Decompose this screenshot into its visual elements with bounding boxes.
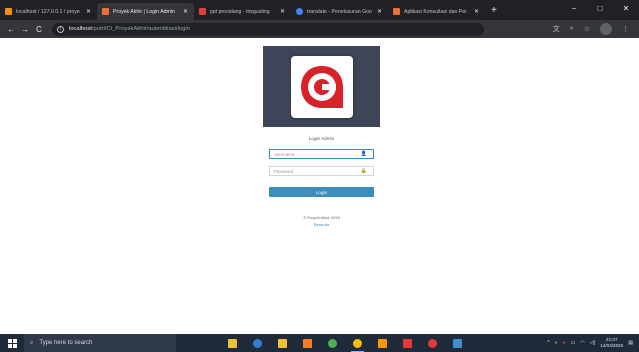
- pdf-icon[interactable]: [424, 335, 441, 352]
- file-explorer-icon[interactable]: [224, 335, 241, 352]
- menu-dots-icon[interactable]: ⋮: [622, 25, 629, 33]
- tab-translate[interactable]: translate - Penelusuran Goo ✕: [291, 3, 388, 20]
- close-icon[interactable]: ✕: [280, 8, 285, 15]
- username-field[interactable]: Username 👤: [269, 149, 374, 159]
- tab-login-admin[interactable]: Proyek Akhir | Login Admin ✕: [97, 3, 194, 20]
- close-icon[interactable]: ✕: [86, 8, 91, 15]
- slides-favicon-icon: [199, 8, 206, 15]
- password-field[interactable]: Password 🔒: [269, 166, 374, 176]
- logo-header: [263, 46, 380, 127]
- close-icon[interactable]: ✕: [474, 8, 479, 15]
- maximize-button[interactable]: □: [587, 0, 613, 20]
- tray-app-icon[interactable]: ●: [555, 340, 558, 346]
- user-icon: 👤: [360, 151, 367, 157]
- wifi-icon[interactable]: ◠: [580, 340, 584, 346]
- tray-app-icon[interactable]: ●: [563, 340, 566, 346]
- login-button[interactable]: Login: [269, 187, 374, 197]
- profile-avatar-icon[interactable]: [600, 23, 612, 35]
- notification-icon[interactable]: ▤: [628, 340, 633, 346]
- tab-title: localhost / 127.0.0.1 / proye: [16, 8, 80, 15]
- url-path: /putri/CI_ProyekAkhir/autentikasi/login: [91, 26, 190, 32]
- browser-window: localhost / 127.0.0.1 / proye ✕ Proyek A…: [0, 0, 639, 352]
- xampp-icon[interactable]: [299, 335, 316, 352]
- photos-icon[interactable]: [449, 335, 466, 352]
- chrome-icon[interactable]: [349, 335, 366, 352]
- browser-toolbar: ← → C i localhost/putri/CI_ProyekAkhir/a…: [0, 20, 639, 38]
- back-button[interactable]: ←: [4, 25, 18, 34]
- tab-title: Proyek Akhir | Login Admin: [113, 8, 175, 15]
- search-placeholder: Type here to search: [39, 340, 93, 346]
- search-icon: ⌕: [30, 339, 34, 346]
- login-card: Login Admin Username 👤 Password 🔒 Login …: [263, 46, 380, 228]
- minimize-button[interactable]: −: [561, 0, 587, 20]
- close-icon[interactable]: ✕: [183, 8, 188, 15]
- tab-aplikasi-konsultasi[interactable]: Aplikasi Konsultasi dan Per ✕: [388, 3, 485, 20]
- site-favicon-icon: [393, 8, 400, 15]
- app-grid-icon[interactable]: [399, 335, 416, 352]
- footer-copyright: © Proyek Akhir 2019: [303, 215, 340, 220]
- forward-button[interactable]: →: [18, 25, 32, 34]
- translate-icon[interactable]: 文: [553, 24, 560, 34]
- login-footer: © Proyek Akhir 2019 Beranda: [263, 214, 380, 228]
- password-placeholder: Password: [274, 168, 294, 174]
- app-icon[interactable]: [324, 335, 341, 352]
- system-tray: ^ ● ● ▭ ◠ ◁) 21:07 14/04/2020 ▤: [547, 334, 633, 352]
- windows-logo-icon: [7, 338, 17, 348]
- close-window-button[interactable]: ✕: [613, 0, 639, 20]
- tab-title: ppt prosidang - trisgusting: [210, 8, 270, 15]
- tab-phpmyadmin[interactable]: localhost / 127.0.0.1 / proye ✕: [0, 3, 97, 20]
- volume-icon[interactable]: ◁): [590, 340, 596, 346]
- bookmark-star-icon[interactable]: ☆: [584, 25, 590, 33]
- window-controls: − □ ✕: [561, 0, 639, 20]
- site-favicon-icon: [102, 8, 109, 15]
- tab-title: translate - Penelusuran Goo: [307, 8, 372, 15]
- info-icon[interactable]: i: [57, 25, 64, 33]
- address-bar[interactable]: i localhost/putri/CI_ProyekAkhir/autenti…: [52, 22, 484, 36]
- tab-title: Aplikasi Konsultasi dan Per: [404, 8, 467, 15]
- login-form: Login Admin Username 👤 Password 🔒 Login: [263, 127, 380, 207]
- lock-icon: 🔒: [360, 168, 367, 174]
- app-logo-icon: [290, 55, 353, 118]
- beranda-link[interactable]: Beranda: [263, 221, 380, 228]
- windows-taskbar: ⌕ Type here to search ^ ● ● ▭ ◠ ◁) 21:07…: [0, 334, 639, 352]
- url-host: localhost: [69, 26, 92, 32]
- google-favicon-icon: [296, 8, 303, 15]
- store-icon[interactable]: [274, 335, 291, 352]
- taskbar-search[interactable]: ⌕ Type here to search: [24, 334, 176, 352]
- battery-icon[interactable]: ▭: [571, 340, 576, 346]
- start-button[interactable]: [0, 334, 24, 352]
- tab-bar: localhost / 127.0.0.1 / proye ✕ Proyek A…: [0, 0, 639, 20]
- pinned-apps: [224, 335, 466, 352]
- page-content: Login Admin Username 👤 Password 🔒 Login …: [0, 38, 639, 334]
- edge-icon[interactable]: [249, 335, 266, 352]
- sublime-icon[interactable]: [374, 335, 391, 352]
- tab-ppt-prosidang[interactable]: ppt prosidang - trisgusting ✕: [194, 3, 291, 20]
- clock-date: 14/04/2020: [600, 343, 624, 348]
- username-placeholder: Username: [274, 151, 295, 157]
- close-icon[interactable]: ✕: [377, 8, 382, 15]
- phpmyadmin-favicon-icon: [5, 8, 12, 15]
- chevron-up-icon[interactable]: ^: [547, 340, 549, 346]
- login-heading: Login Admin: [308, 136, 335, 141]
- clock[interactable]: 21:07 14/04/2020: [600, 337, 623, 349]
- toolbar-actions: 文 ⌕ ☆ ⋮: [553, 20, 629, 38]
- zoom-icon[interactable]: ⌕: [570, 25, 574, 33]
- new-tab-button[interactable]: +: [485, 3, 503, 20]
- reload-button[interactable]: C: [32, 25, 46, 34]
